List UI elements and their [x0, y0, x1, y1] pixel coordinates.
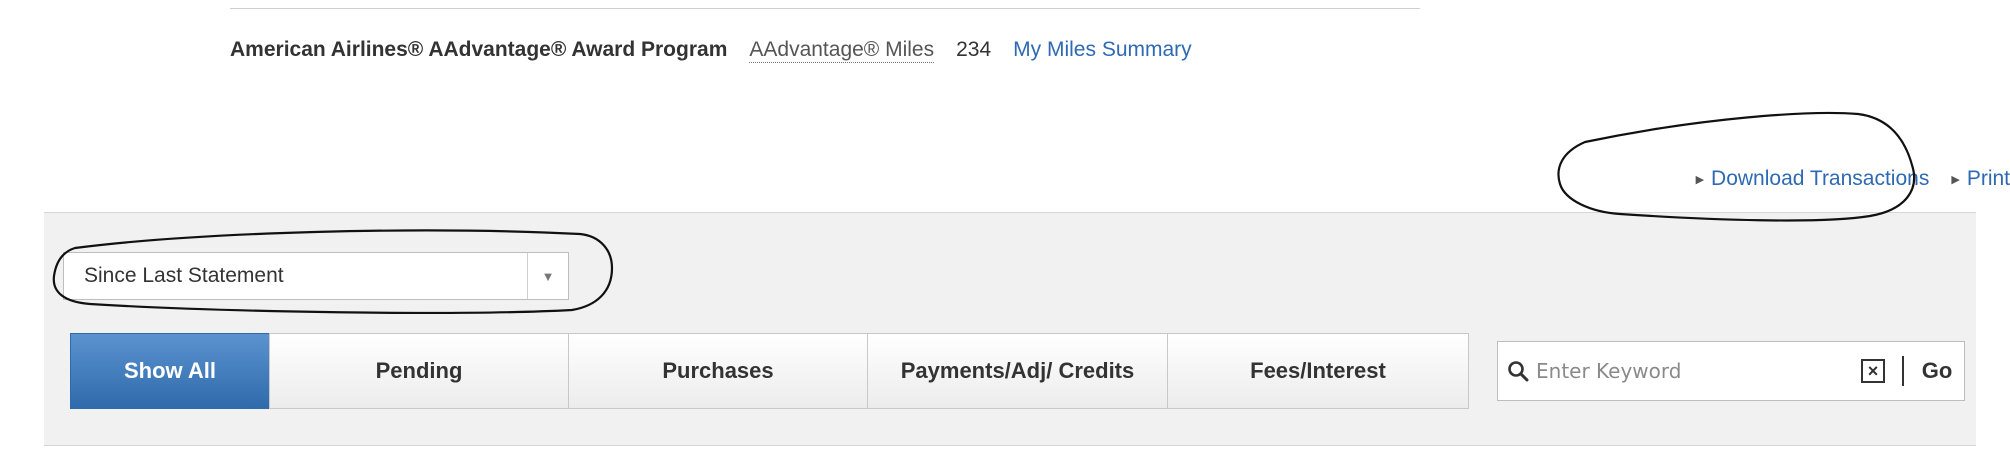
download-transactions-link[interactable]: ▶ Download Transactions — [1696, 167, 1930, 191]
miles-summary-link[interactable]: My Miles Summary — [1013, 38, 1192, 62]
keyword-search: × Go — [1497, 341, 1965, 401]
go-button[interactable]: Go — [1912, 342, 1962, 400]
tab-show-all[interactable]: Show All — [70, 333, 270, 409]
tab-pending[interactable]: Pending — [269, 333, 569, 409]
transaction-type-tabs: Show All Pending Purchases Payments/Adj/… — [70, 333, 1469, 409]
print-link[interactable]: ▶ Print — [1951, 167, 2010, 191]
rewards-program-name: American Airlines® AAdvantage® Award Pro… — [230, 38, 728, 61]
search-input[interactable] — [1536, 352, 1836, 390]
triangle-right-icon: ▶ — [1695, 173, 1705, 186]
transactions-filter-panel — [44, 212, 1976, 446]
tab-fees-interest[interactable]: Fees/Interest — [1167, 333, 1469, 409]
search-divider — [1902, 356, 1904, 386]
search-icon — [1508, 361, 1529, 382]
tab-purchases[interactable]: Purchases — [568, 333, 868, 409]
close-icon[interactable]: × — [1861, 359, 1885, 383]
print-label: Print — [1966, 167, 2010, 190]
download-transactions-label: Download Transactions — [1711, 167, 1930, 190]
triangle-right-icon: ▶ — [1951, 173, 1960, 186]
chevron-down-icon[interactable]: ▼ — [527, 253, 568, 299]
top-divider — [230, 8, 1420, 9]
tab-payments-adj-credits[interactable]: Payments/Adj/ Credits — [867, 333, 1168, 409]
miles-value: 234 — [956, 38, 992, 61]
miles-label[interactable]: AAdvantage® Miles — [749, 38, 935, 63]
rewards-row: American Airlines® AAdvantage® Award Pro… — [230, 34, 1192, 66]
statement-actions: ▶ Download Transactions ▶ Print — [1696, 164, 2010, 194]
statement-period-select[interactable]: Since Last Statement ▼ — [63, 252, 569, 300]
statement-period-value: Since Last Statement — [84, 264, 284, 287]
